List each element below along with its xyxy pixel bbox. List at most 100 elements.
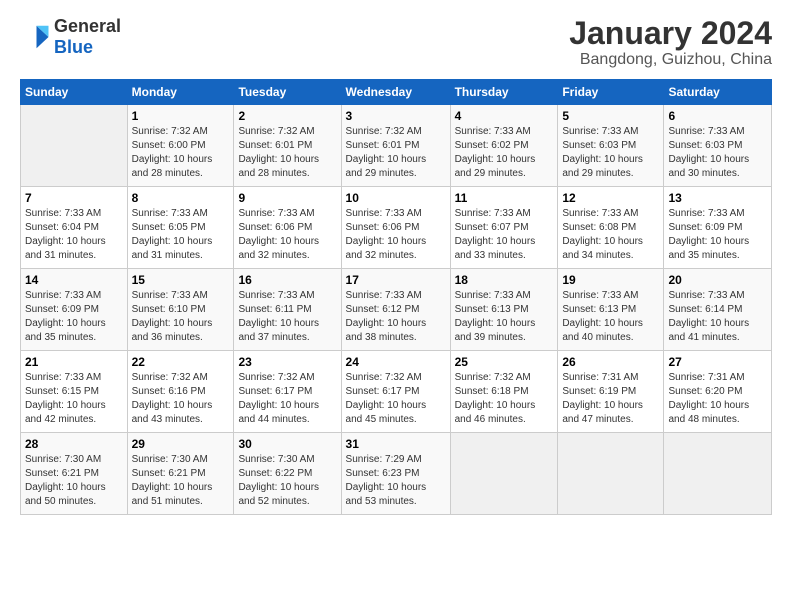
logo-text: General Blue <box>54 16 121 58</box>
weekday-header-monday: Monday <box>127 80 234 105</box>
day-info: Sunrise: 7:30 AM Sunset: 6:21 PM Dayligh… <box>25 453 123 509</box>
calendar-cell: 4Sunrise: 7:33 AM Sunset: 6:02 PM Daylig… <box>450 105 558 187</box>
week-row-1: 1 Sunrise: 7:32 AM Sunset: 6:00 PM Daylig… <box>21 105 772 187</box>
day-number: 5 <box>562 109 659 123</box>
week-row-3: 14Sunrise: 7:33 AM Sunset: 6:09 PM Dayli… <box>21 269 772 351</box>
day-info: Sunrise: 7:29 AM Sunset: 6:23 PM Dayligh… <box>346 453 446 509</box>
day-info: Sunrise: 7:33 AM Sunset: 6:03 PM Dayligh… <box>668 125 767 181</box>
day-number: 10 <box>346 191 446 205</box>
day-number: 18 <box>455 273 554 287</box>
day-info: Sunrise: 7:33 AM Sunset: 6:14 PM Dayligh… <box>668 289 767 345</box>
calendar-page: General Blue January 2024 Bangdong, Guiz… <box>0 0 792 525</box>
location-subtitle: Bangdong, Guizhou, China <box>569 51 772 69</box>
day-info: Sunrise: 7:32 AM Sunset: 6:17 PM Dayligh… <box>346 371 446 427</box>
day-info: Sunrise: 7:32 AM Sunset: 6:01 PM Dayligh… <box>346 125 446 181</box>
calendar-cell: 3 Sunrise: 7:32 AM Sunset: 6:01 PM Daylig… <box>341 105 450 187</box>
calendar-cell: 12Sunrise: 7:33 AM Sunset: 6:08 PM Dayli… <box>558 187 664 269</box>
calendar-cell: 20 Sunrise: 7:33 AM Sunset: 6:14 PM Dayli… <box>664 269 772 351</box>
day-info: Sunrise: 7:33 AM Sunset: 6:06 PM Dayligh… <box>346 207 446 263</box>
day-info: Sunrise: 7:33 AM Sunset: 6:11 PM Dayligh… <box>238 289 336 345</box>
day-info: Sunrise: 7:32 AM Sunset: 6:17 PM Dayligh… <box>238 371 336 427</box>
calendar-cell: 7 Sunrise: 7:33 AM Sunset: 6:04 PM Daylig… <box>21 187 128 269</box>
day-info: Sunrise: 7:33 AM Sunset: 6:12 PM Dayligh… <box>346 289 446 345</box>
calendar-cell: 26 Sunrise: 7:31 AM Sunset: 6:19 PM Dayli… <box>558 351 664 433</box>
day-info: Sunrise: 7:33 AM Sunset: 6:05 PM Dayligh… <box>132 207 230 263</box>
calendar-cell: 22Sunrise: 7:32 AM Sunset: 6:16 PM Dayli… <box>127 351 234 433</box>
calendar-cell: 29 Sunrise: 7:30 AM Sunset: 6:21 PM Dayli… <box>127 433 234 515</box>
calendar-cell: 16 Sunrise: 7:33 AM Sunset: 6:11 PM Dayli… <box>234 269 341 351</box>
calendar-cell: 15 Sunrise: 7:33 AM Sunset: 6:10 PM Dayli… <box>127 269 234 351</box>
day-info: Sunrise: 7:32 AM Sunset: 6:18 PM Dayligh… <box>455 371 554 427</box>
day-info: Sunrise: 7:32 AM Sunset: 6:00 PM Dayligh… <box>132 125 230 181</box>
day-number: 8 <box>132 191 230 205</box>
day-number: 24 <box>346 355 446 369</box>
week-row-5: 28 Sunrise: 7:30 AM Sunset: 6:21 PM Dayli… <box>21 433 772 515</box>
day-number: 1 <box>132 109 230 123</box>
calendar-cell: 28 Sunrise: 7:30 AM Sunset: 6:21 PM Dayli… <box>21 433 128 515</box>
day-number: 28 <box>25 437 123 451</box>
day-info: Sunrise: 7:33 AM Sunset: 6:10 PM Dayligh… <box>132 289 230 345</box>
title-block: January 2024 Bangdong, Guizhou, China <box>569 16 772 69</box>
calendar-cell: 14Sunrise: 7:33 AM Sunset: 6:09 PM Dayli… <box>21 269 128 351</box>
day-info: Sunrise: 7:33 AM Sunset: 6:13 PM Dayligh… <box>455 289 554 345</box>
day-number: 11 <box>455 191 554 205</box>
calendar-cell: 23Sunrise: 7:32 AM Sunset: 6:17 PM Dayli… <box>234 351 341 433</box>
day-number: 12 <box>562 191 659 205</box>
weekday-header-thursday: Thursday <box>450 80 558 105</box>
calendar-cell: 9Sunrise: 7:33 AM Sunset: 6:06 PM Daylig… <box>234 187 341 269</box>
day-number: 29 <box>132 437 230 451</box>
calendar-cell: 31 Sunrise: 7:29 AM Sunset: 6:23 PM Dayli… <box>341 433 450 515</box>
day-number: 3 <box>346 109 446 123</box>
day-info: Sunrise: 7:33 AM Sunset: 6:13 PM Dayligh… <box>562 289 659 345</box>
day-number: 16 <box>238 273 336 287</box>
calendar-cell: 5Sunrise: 7:33 AM Sunset: 6:03 PM Daylig… <box>558 105 664 187</box>
day-number: 2 <box>238 109 336 123</box>
day-number: 7 <box>25 191 123 205</box>
day-info: Sunrise: 7:32 AM Sunset: 6:16 PM Dayligh… <box>132 371 230 427</box>
day-info: Sunrise: 7:31 AM Sunset: 6:19 PM Dayligh… <box>562 371 659 427</box>
day-info: Sunrise: 7:33 AM Sunset: 6:15 PM Dayligh… <box>25 371 123 427</box>
header: General Blue January 2024 Bangdong, Guiz… <box>20 16 772 69</box>
day-number: 19 <box>562 273 659 287</box>
calendar-cell: 6Sunrise: 7:33 AM Sunset: 6:03 PM Daylig… <box>664 105 772 187</box>
calendar-cell: 25Sunrise: 7:32 AM Sunset: 6:18 PM Dayli… <box>450 351 558 433</box>
calendar-cell <box>21 105 128 187</box>
calendar-cell: 17 Sunrise: 7:33 AM Sunset: 6:12 PM Dayli… <box>341 269 450 351</box>
calendar-cell: 11 Sunrise: 7:33 AM Sunset: 6:07 PM Dayli… <box>450 187 558 269</box>
day-number: 21 <box>25 355 123 369</box>
logo-icon <box>20 22 50 52</box>
day-info: Sunrise: 7:33 AM Sunset: 6:04 PM Dayligh… <box>25 207 123 263</box>
day-number: 4 <box>455 109 554 123</box>
calendar-cell: 21 Sunrise: 7:33 AM Sunset: 6:15 PM Dayli… <box>21 351 128 433</box>
weekday-header-row: SundayMondayTuesdayWednesdayThursdayFrid… <box>21 80 772 105</box>
calendar-cell: 8 Sunrise: 7:33 AM Sunset: 6:05 PM Daylig… <box>127 187 234 269</box>
calendar-cell: 2 Sunrise: 7:32 AM Sunset: 6:01 PM Daylig… <box>234 105 341 187</box>
day-info: Sunrise: 7:30 AM Sunset: 6:21 PM Dayligh… <box>132 453 230 509</box>
calendar-cell: 24 Sunrise: 7:32 AM Sunset: 6:17 PM Dayli… <box>341 351 450 433</box>
calendar-table: SundayMondayTuesdayWednesdayThursdayFrid… <box>20 79 772 515</box>
day-number: 20 <box>668 273 767 287</box>
day-number: 26 <box>562 355 659 369</box>
week-row-2: 7 Sunrise: 7:33 AM Sunset: 6:04 PM Daylig… <box>21 187 772 269</box>
weekday-header-wednesday: Wednesday <box>341 80 450 105</box>
day-number: 13 <box>668 191 767 205</box>
day-info: Sunrise: 7:33 AM Sunset: 6:09 PM Dayligh… <box>668 207 767 263</box>
day-number: 14 <box>25 273 123 287</box>
day-info: Sunrise: 7:30 AM Sunset: 6:22 PM Dayligh… <box>238 453 336 509</box>
day-number: 17 <box>346 273 446 287</box>
day-number: 30 <box>238 437 336 451</box>
day-number: 15 <box>132 273 230 287</box>
logo: General Blue <box>20 16 121 58</box>
day-number: 9 <box>238 191 336 205</box>
month-title: January 2024 <box>569 16 772 51</box>
day-info: Sunrise: 7:33 AM Sunset: 6:07 PM Dayligh… <box>455 207 554 263</box>
weekday-header-sunday: Sunday <box>21 80 128 105</box>
weekday-header-tuesday: Tuesday <box>234 80 341 105</box>
calendar-cell: 19 Sunrise: 7:33 AM Sunset: 6:13 PM Dayli… <box>558 269 664 351</box>
day-info: Sunrise: 7:32 AM Sunset: 6:01 PM Dayligh… <box>238 125 336 181</box>
day-number: 27 <box>668 355 767 369</box>
calendar-cell: 30 Sunrise: 7:30 AM Sunset: 6:22 PM Dayli… <box>234 433 341 515</box>
day-info: Sunrise: 7:31 AM Sunset: 6:20 PM Dayligh… <box>668 371 767 427</box>
weekday-header-saturday: Saturday <box>664 80 772 105</box>
day-number: 31 <box>346 437 446 451</box>
